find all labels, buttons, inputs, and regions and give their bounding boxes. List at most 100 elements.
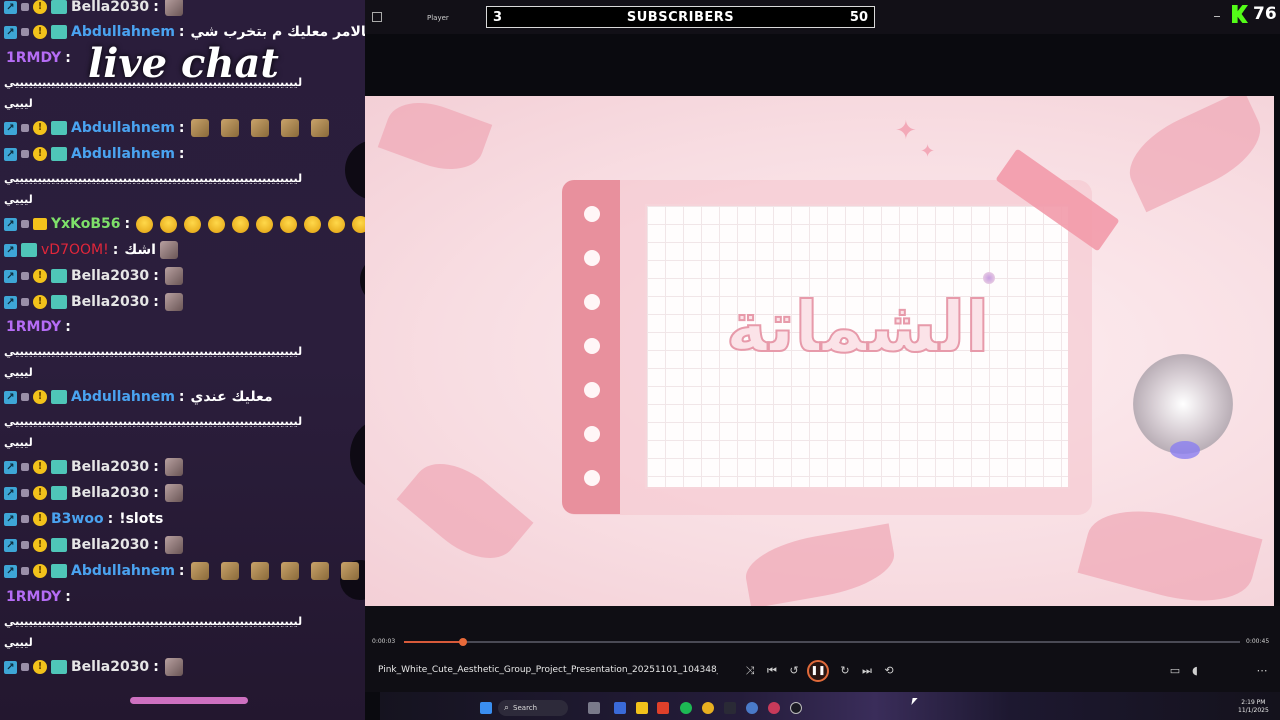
chat-username[interactable]: Bella2030 xyxy=(71,459,149,475)
chat-username[interactable]: Bella2030 xyxy=(71,268,149,284)
emote-icon xyxy=(164,0,183,16)
app-icon[interactable] xyxy=(588,702,600,714)
app-icon[interactable] xyxy=(724,702,736,714)
gift-badge-icon xyxy=(51,25,67,39)
start-icon[interactable] xyxy=(480,702,492,714)
chrome-icon[interactable] xyxy=(702,702,714,714)
emote-icon xyxy=(164,293,183,311)
chat-scrollbar[interactable] xyxy=(130,697,248,704)
binder-hole xyxy=(584,426,600,442)
minimize-icon[interactable] xyxy=(1214,16,1220,17)
chat-separator: : xyxy=(107,511,114,527)
seek-handle[interactable] xyxy=(458,638,467,646)
pause-button[interactable]: ❚❚ xyxy=(807,660,829,682)
taskbar-clock[interactable]: 2:19 PM 11/1/2025 xyxy=(1238,699,1269,715)
chat-spam-line: لييييييييييييييييييييييييييييييييييييييي… xyxy=(4,172,303,185)
emote-icon xyxy=(190,562,209,580)
miniplayer-icon[interactable]: ▭ xyxy=(1168,664,1182,677)
emote-icon xyxy=(159,241,178,259)
chat-message: 1RMDY : xyxy=(4,316,73,338)
mod-badge-icon xyxy=(21,298,29,306)
chat-username[interactable]: 1RMDY xyxy=(6,589,61,605)
app-icon[interactable] xyxy=(768,702,780,714)
mod-badge-icon xyxy=(21,541,29,549)
chat-separator: : xyxy=(178,146,185,162)
chat-username[interactable]: vD7OOM! xyxy=(41,242,109,258)
chat-spam-tail: ليييي xyxy=(4,436,33,449)
clock-time: 2:19 PM xyxy=(1241,699,1266,706)
flower-decoration xyxy=(350,420,365,490)
file-explorer-icon[interactable] xyxy=(636,702,648,714)
chat-username[interactable]: Bella2030 xyxy=(71,0,149,15)
prime-badge-icon: ↗ xyxy=(4,295,17,309)
gold-badge-icon: ! xyxy=(33,269,47,283)
laughing-emoji-icon xyxy=(232,215,250,233)
volume-icon[interactable]: ◖ xyxy=(1188,664,1202,677)
chat-spam-line: لييييييييييييييييييييييييييييييييييييييي… xyxy=(4,415,303,428)
app-icon[interactable] xyxy=(614,702,626,714)
chat-username[interactable]: Bella2030 xyxy=(71,659,149,675)
chat-username[interactable]: Bella2030 xyxy=(71,537,149,553)
chat-username[interactable]: 1RMDY xyxy=(6,50,61,66)
chat-username[interactable]: Abdullahnem xyxy=(71,120,175,136)
mod-badge-icon xyxy=(21,463,29,471)
search-label: Search xyxy=(513,704,538,712)
gift-badge-icon xyxy=(51,269,67,283)
chat-message: ↗ ! Bella2030 : xyxy=(4,265,183,287)
chat-message: ↗ vD7OOM! : اشك xyxy=(4,239,178,261)
total-time: 0:00:45 xyxy=(1246,638,1270,645)
chat-username[interactable]: B3woo xyxy=(51,511,104,527)
home-icon[interactable] xyxy=(372,12,382,22)
laughing-emoji-icon xyxy=(184,215,202,233)
mod-badge-icon xyxy=(21,272,29,280)
screen: live chat ↗ ! Bella2030 : ↗ ! Abdullahne… xyxy=(0,0,1280,720)
chat-username[interactable]: Abdullahnem xyxy=(71,24,175,40)
chat-separator: : xyxy=(112,242,119,258)
brave-icon[interactable] xyxy=(657,702,669,714)
laughing-emoji-icon xyxy=(208,215,226,233)
gold-badge-icon: ! xyxy=(33,295,47,309)
leaf-decoration xyxy=(740,523,900,606)
chat-text: معليك عندي xyxy=(190,389,273,405)
search-icon: ⌕ xyxy=(504,703,510,713)
player-window-label: Player xyxy=(427,14,449,22)
emote-icon xyxy=(220,119,239,137)
previous-icon[interactable]: ⏮ xyxy=(765,664,779,678)
presentation-slide: ✦ ✦ الشماتة xyxy=(365,96,1274,606)
seek-bar[interactable] xyxy=(404,641,1240,643)
chat-panel: live chat ↗ ! Bella2030 : ↗ ! Abdullahne… xyxy=(0,0,365,720)
chat-username[interactable]: Abdullahnem xyxy=(71,389,175,405)
chat-spam-line: لييييييييييييييييييييييييييييييييييييييي… xyxy=(4,76,303,89)
gift-badge-icon xyxy=(51,538,67,552)
gift-badge-icon xyxy=(51,295,67,309)
mod-badge-icon xyxy=(21,515,29,523)
gift-badge-icon xyxy=(51,0,67,14)
shuffle-icon[interactable]: ⤨ xyxy=(743,664,757,678)
chat-separator: : xyxy=(65,50,71,66)
chat-username[interactable]: 1RMDY xyxy=(6,319,61,335)
chat-username[interactable]: YxKoB56 xyxy=(51,216,121,232)
binder-hole xyxy=(584,470,600,486)
forward-icon[interactable]: ↻ xyxy=(838,664,852,677)
chat-username[interactable]: Abdullahnem xyxy=(71,563,175,579)
laughing-emoji-icon xyxy=(256,215,274,233)
chat-message: ↗ ! Abdullahnem : بالامر معليك م بتخرب ش… xyxy=(4,21,365,43)
chat-username[interactable]: Abdullahnem xyxy=(71,146,175,162)
more-options-icon[interactable]: ⋯ xyxy=(1255,664,1269,677)
gift-badge-icon xyxy=(51,486,67,500)
laughing-emoji-icon xyxy=(328,215,346,233)
next-icon[interactable]: ⏭ xyxy=(860,664,874,678)
taskbar-search[interactable]: ⌕ Search xyxy=(498,700,568,716)
emote-icon xyxy=(310,562,329,580)
chat-username[interactable]: Bella2030 xyxy=(71,485,149,501)
spotify-icon[interactable] xyxy=(680,702,692,714)
repeat-icon[interactable]: ⟲ xyxy=(882,664,896,677)
app-icon[interactable] xyxy=(746,702,758,714)
media-player-icon[interactable] xyxy=(790,702,802,714)
chat-username[interactable]: Bella2030 xyxy=(71,294,149,310)
emote-icon xyxy=(190,119,209,137)
chat-message: 1RMDY : xyxy=(4,586,73,608)
mod-badge-icon xyxy=(21,150,29,158)
leaf-decoration xyxy=(1077,495,1263,606)
rewind-icon[interactable]: ↺ xyxy=(787,664,801,677)
